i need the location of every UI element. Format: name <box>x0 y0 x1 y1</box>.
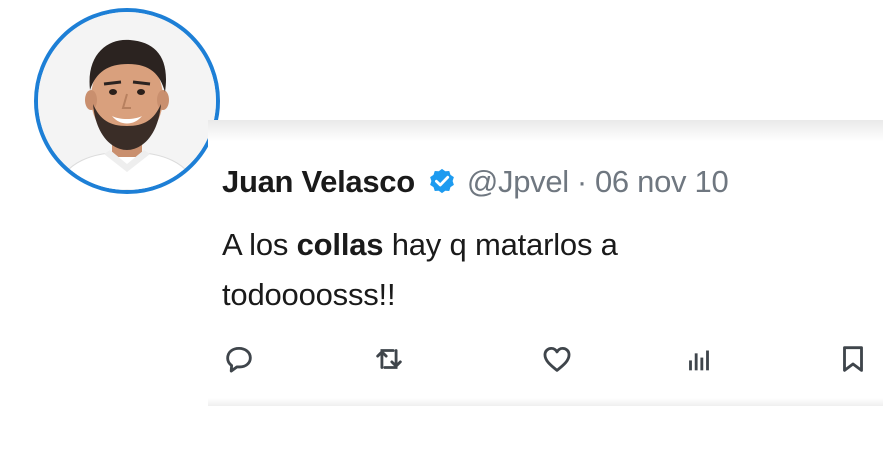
bookmark-button[interactable] <box>836 342 870 376</box>
avatar[interactable] <box>34 8 220 194</box>
like-icon <box>543 346 571 372</box>
like-button[interactable] <box>540 342 574 376</box>
tweet-header: Juan Velasco @Jpvel · 06 nov 10 <box>222 164 729 200</box>
tweet-text-bold: collas <box>296 227 384 262</box>
tweet-card[interactable]: Juan Velasco @Jpvel · 06 nov 10 A los co… <box>208 120 883 406</box>
separator-dot: · <box>576 164 587 199</box>
tweet-text: A los collas hay q matarlos a todoooosss… <box>222 220 782 320</box>
tweet-date[interactable]: 06 nov 10 <box>595 164 729 200</box>
views-icon <box>689 350 709 371</box>
card-bottom-edge <box>208 398 883 406</box>
reply-button[interactable] <box>222 342 256 376</box>
author-name[interactable]: Juan Velasco <box>222 164 415 200</box>
retweet-button[interactable] <box>372 342 406 376</box>
screenshot-canvas: Juan Velasco @Jpvel · 06 nov 10 A los co… <box>0 0 883 472</box>
tweet-actions <box>222 342 868 376</box>
bookmark-icon <box>843 346 863 372</box>
retweet-icon <box>376 349 402 369</box>
reply-icon <box>226 346 252 373</box>
author-handle[interactable]: @Jpvel <box>467 164 569 200</box>
tweet-text-before: A los <box>222 227 297 262</box>
card-top-edge <box>208 120 883 142</box>
views-button[interactable] <box>682 342 716 376</box>
verified-badge-icon <box>427 167 457 197</box>
avatar-photo <box>38 12 216 190</box>
